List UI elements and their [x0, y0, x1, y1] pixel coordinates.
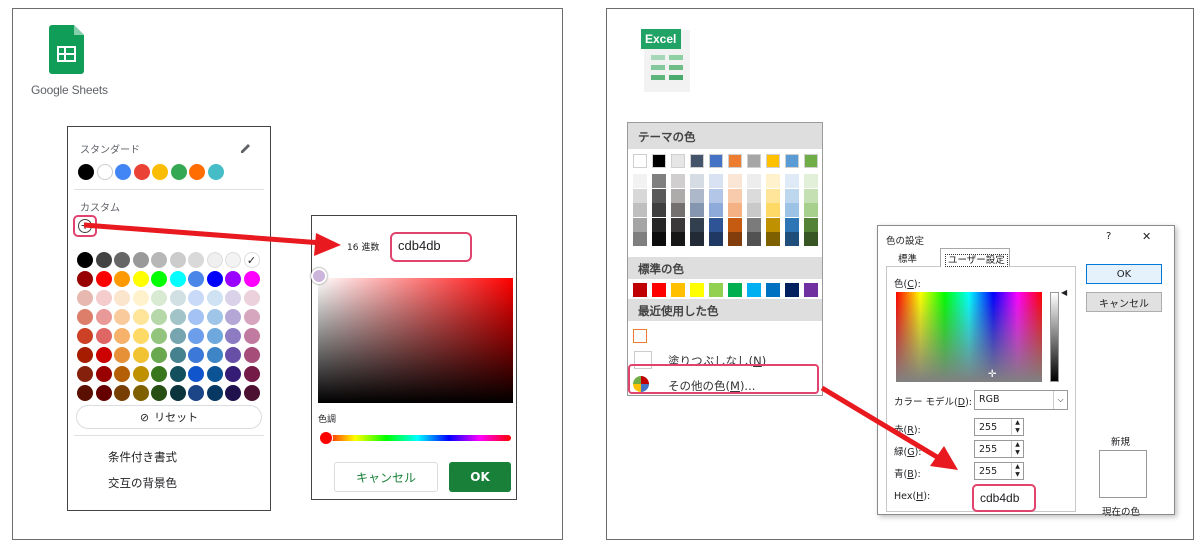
- arrow-more-to-dialog: [820, 385, 944, 463]
- arrow-head: [314, 233, 341, 256]
- arrow-custom-to-picker: [83, 222, 323, 246]
- annotation-arrows: [83, 222, 958, 470]
